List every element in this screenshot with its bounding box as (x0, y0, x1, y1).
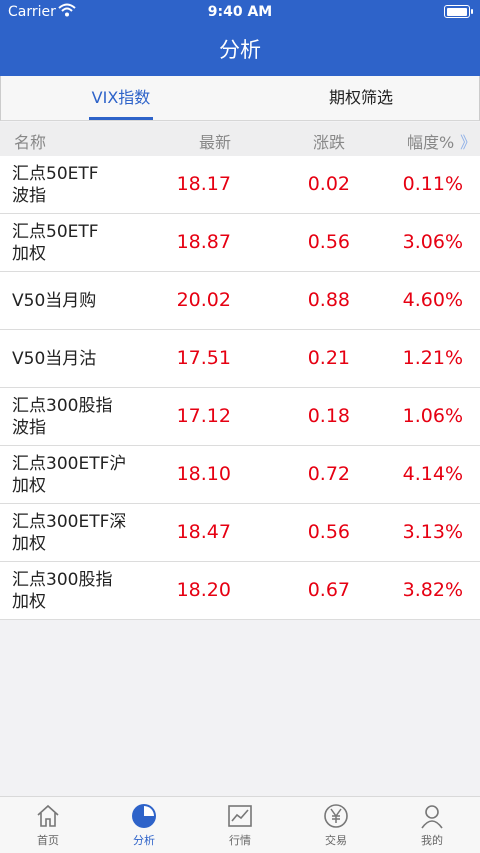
item-latest: 18.10 (176, 463, 231, 485)
item-name: V50当月沽 (12, 348, 97, 369)
item-change: 0.18 (307, 405, 350, 427)
scroll-more-icon[interactable]: 》 (460, 129, 476, 153)
column-header: 名称 最新 涨跌 幅度% 》 (0, 122, 480, 156)
tab-option-filter[interactable]: 期权筛选 (241, 76, 480, 120)
nav-analysis-label: 分析 (133, 834, 155, 847)
item-change: 0.21 (307, 347, 350, 369)
item-range: 3.13% (402, 521, 463, 543)
item-name: 汇点50ETF 加权 (12, 221, 99, 264)
item-change: 0.72 (307, 463, 350, 485)
quote-list: 汇点50ETF 波指 18.17 0.02 0.11% 汇点50ETF 加权 1… (0, 156, 480, 620)
item-name: V50当月购 (12, 290, 97, 311)
line-chart-icon (226, 802, 254, 830)
item-range: 3.82% (402, 579, 463, 601)
item-latest: 18.17 (176, 173, 231, 195)
nav-market-label: 行情 (229, 834, 251, 847)
nav-trade[interactable]: 交易 (288, 797, 384, 853)
active-tab-indicator (89, 117, 153, 120)
status-bar: Carrier 9:40 AM (0, 0, 480, 26)
item-latest: 18.20 (176, 579, 231, 601)
list-item[interactable]: V50当月沽 17.51 0.21 1.21% (0, 330, 480, 388)
app-header: Carrier 9:40 AM 分析 (0, 0, 480, 76)
nav-trade-label: 交易 (325, 834, 347, 847)
item-latest: 17.51 (176, 347, 231, 369)
nav-mine[interactable]: 我的 (384, 797, 480, 853)
user-icon (418, 802, 446, 830)
tab-bar: VIX指数 期权筛选 (0, 76, 480, 121)
list-item[interactable]: 汇点300ETF深 加权 18.47 0.56 3.13% (0, 504, 480, 562)
item-name: 汇点300股指 波指 (12, 395, 113, 438)
item-name: 汇点50ETF 波指 (12, 163, 99, 206)
nav-market[interactable]: 行情 (192, 797, 288, 853)
column-name[interactable]: 名称 (14, 129, 46, 153)
item-change: 0.67 (307, 579, 350, 601)
item-range: 1.21% (402, 347, 463, 369)
item-name: 汇点300ETF沪 加权 (12, 453, 127, 496)
item-latest: 18.87 (176, 231, 231, 253)
nav-mine-label: 我的 (421, 834, 443, 847)
battery-icon (444, 5, 473, 18)
tab-vix[interactable]: VIX指数 (1, 76, 241, 120)
item-range: 3.06% (402, 231, 463, 253)
list-item[interactable]: 汇点50ETF 波指 18.17 0.02 0.11% (0, 156, 480, 214)
item-range: 0.11% (402, 173, 463, 195)
pie-chart-icon (130, 802, 158, 830)
list-item[interactable]: 汇点300股指 加权 18.20 0.67 3.82% (0, 562, 480, 620)
list-item[interactable]: 汇点300股指 波指 17.12 0.18 1.06% (0, 388, 480, 446)
list-item[interactable]: V50当月购 20.02 0.88 4.60% (0, 272, 480, 330)
item-range: 1.06% (402, 405, 463, 427)
nav-home[interactable]: 首页 (0, 797, 96, 853)
item-name: 汇点300股指 加权 (12, 569, 113, 612)
item-change: 0.56 (307, 521, 350, 543)
item-latest: 18.47 (176, 521, 231, 543)
item-latest: 17.12 (176, 405, 231, 427)
item-name: 汇点300ETF深 加权 (12, 511, 127, 554)
yen-icon (322, 802, 350, 830)
item-latest: 20.02 (176, 289, 231, 311)
nav-analysis[interactable]: 分析 (96, 797, 192, 853)
column-latest[interactable]: 最新 (199, 129, 231, 153)
home-icon (34, 802, 62, 830)
item-change: 0.88 (307, 289, 350, 311)
column-change[interactable]: 涨跌 (313, 129, 345, 153)
page-title: 分析 (219, 38, 261, 62)
nav-home-label: 首页 (37, 834, 59, 847)
item-range: 4.60% (402, 289, 463, 311)
list-item[interactable]: 汇点300ETF沪 加权 18.10 0.72 4.14% (0, 446, 480, 504)
list-item[interactable]: 汇点50ETF 加权 18.87 0.56 3.06% (0, 214, 480, 272)
bottom-tab-bar: 首页 分析 行情 交易 我的 (0, 796, 480, 853)
item-change: 0.02 (307, 173, 350, 195)
column-range[interactable]: 幅度% (407, 129, 454, 153)
item-change: 0.56 (307, 231, 350, 253)
item-range: 4.14% (402, 463, 463, 485)
clock: 9:40 AM (207, 4, 273, 20)
